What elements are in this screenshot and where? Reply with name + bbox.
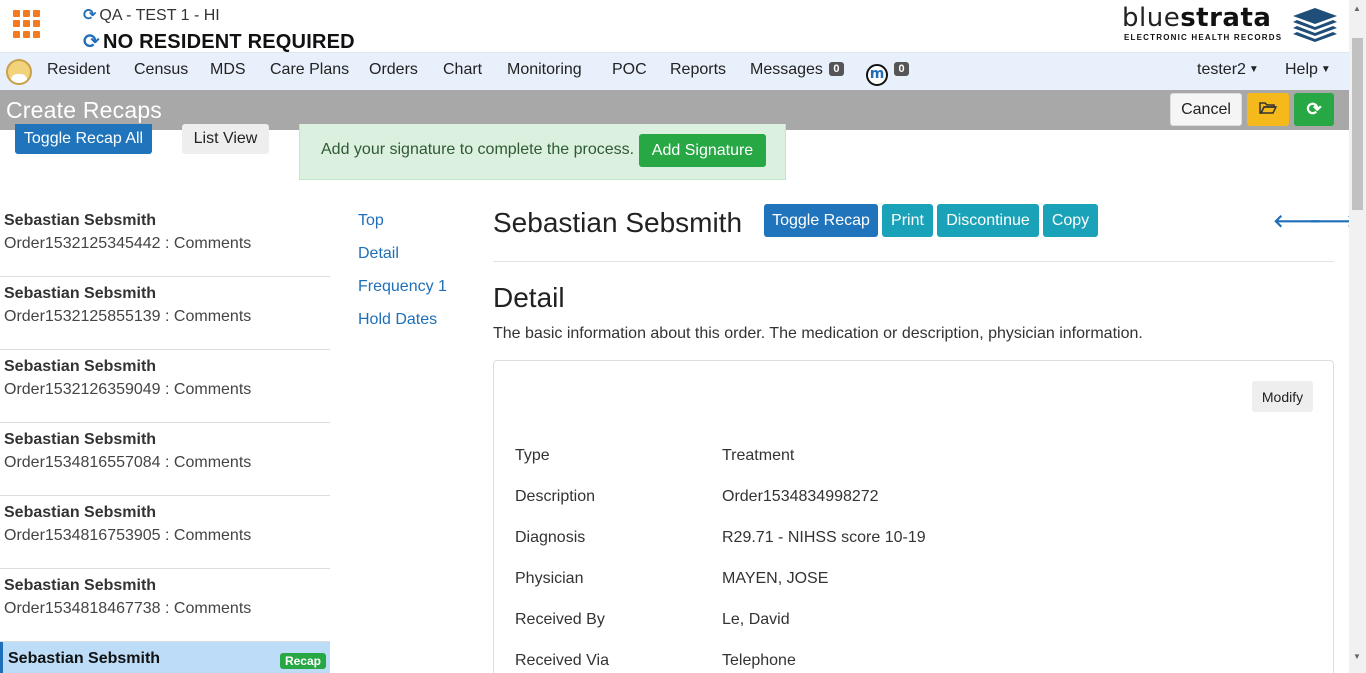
scrollbar-thumb[interactable] [1352, 38, 1363, 210]
help-menu[interactable]: Help ▼ [1285, 61, 1331, 79]
order-list-item[interactable]: Sebastian Sebsmith Order1532125345442 : … [0, 204, 330, 277]
m-icon: m [866, 64, 888, 86]
nurse-avatar-icon[interactable] [6, 59, 32, 85]
recap-badge: Recap [279, 653, 326, 669]
sync-icon: ⟳ [83, 31, 100, 53]
folder-open-icon [1259, 102, 1278, 114]
nav-poc[interactable]: POC [612, 61, 647, 79]
nav-messages[interactable]: Messages 0 [750, 61, 844, 79]
scroll-up-icon[interactable]: ▲ [1353, 4, 1361, 13]
user-menu[interactable]: tester2 ▼ [1197, 61, 1259, 79]
copy-button[interactable]: Copy [1043, 204, 1098, 237]
page-title: Create Recaps [6, 97, 163, 123]
bluestrata-logo: bluestrata ELECTRONIC HEALTH RECORDS [1122, 3, 1337, 44]
section-link-frequency[interactable]: Frequency 1 [358, 278, 447, 311]
scroll-down-icon[interactable]: ▼ [1353, 652, 1361, 661]
order-resident-name: Sebastian Sebsmith [493, 207, 743, 238]
page-scrollbar[interactable]: ▲ ▼ [1349, 0, 1366, 673]
logo-stack-icon [1293, 8, 1337, 42]
nav-mds[interactable]: MDS [210, 61, 246, 79]
refresh-button[interactable]: ⟳ [1294, 93, 1334, 126]
caret-down-icon: ▼ [1248, 64, 1259, 75]
nav-resident[interactable]: Resident [47, 61, 110, 79]
nav-chart[interactable]: Chart [443, 61, 482, 79]
apps-grid-icon[interactable] [13, 10, 41, 38]
order-list-item[interactable]: Sebastian Sebsmith Order1532126359049 : … [0, 350, 330, 423]
order-list-item[interactable]: Sebastian Sebsmith Order1532125855139 : … [0, 277, 330, 350]
sync-icon: ⟳ [83, 7, 97, 24]
main-nav: Resident Census MDS Care Plans Orders Ch… [0, 52, 1349, 90]
top-header: ⟳ QA - TEST 1 - HI ⟳ NO RESIDENT REQUIRED … [0, 0, 1349, 54]
toggle-recap-button[interactable]: Toggle Recap [764, 204, 878, 237]
print-button[interactable]: Print [882, 204, 933, 237]
order-list-item-selected[interactable]: Sebastian Sebsmith Recap [0, 642, 330, 673]
order-list: Sebastian Sebsmith Order1532125345442 : … [0, 204, 330, 673]
order-list-item[interactable]: Sebastian Sebsmith Order1534816557084 : … [0, 423, 330, 496]
list-view-button[interactable]: List View [182, 124, 269, 154]
nav-care-plans[interactable]: Care Plans [270, 61, 349, 79]
toggle-recap-all-button[interactable]: Toggle Recap All [15, 124, 152, 154]
order-list-item[interactable]: Sebastian Sebsmith Order1534818467738 : … [0, 569, 330, 642]
m-count-badge: 0 [894, 62, 909, 76]
refresh-icon: ⟳ [1306, 99, 1322, 119]
resident-label[interactable]: ⟳ NO RESIDENT REQUIRED [83, 29, 355, 54]
alert-text: Add your signature to complete the proce… [321, 141, 635, 158]
cancel-button[interactable]: Cancel [1170, 93, 1242, 126]
section-nav: Top Detail Frequency 1 Hold Dates [358, 212, 447, 344]
section-link-hold-dates[interactable]: Hold Dates [358, 311, 447, 344]
modify-button[interactable]: Modify [1252, 381, 1313, 412]
nav-orders[interactable]: Orders [369, 61, 418, 79]
open-folder-button[interactable] [1247, 93, 1289, 126]
divider [493, 261, 1334, 262]
nav-census[interactable]: Census [134, 61, 188, 79]
nav-monitoring[interactable]: Monitoring [507, 61, 582, 79]
section-title: Detail [493, 282, 565, 313]
order-list-item[interactable]: Sebastian Sebsmith Order1534816753905 : … [0, 496, 330, 569]
facility-label[interactable]: ⟳ QA - TEST 1 - HI [83, 5, 220, 25]
section-link-detail[interactable]: Detail [358, 245, 447, 278]
discontinue-button[interactable]: Discontinue [937, 204, 1039, 237]
detail-card: Modify Type Treatment Description Order1… [493, 360, 1334, 673]
nav-reports[interactable]: Reports [670, 61, 726, 79]
messages-count-badge: 0 [829, 62, 844, 76]
caret-down-icon: ▼ [1320, 64, 1331, 75]
section-description: The basic information about this order. … [493, 325, 1143, 342]
section-link-top[interactable]: Top [358, 212, 447, 245]
nav-m-alerts[interactable]: m 0 [866, 61, 909, 86]
signature-alert: Add your signature to complete the proce… [299, 124, 786, 180]
add-signature-button[interactable]: Add Signature [639, 134, 766, 167]
